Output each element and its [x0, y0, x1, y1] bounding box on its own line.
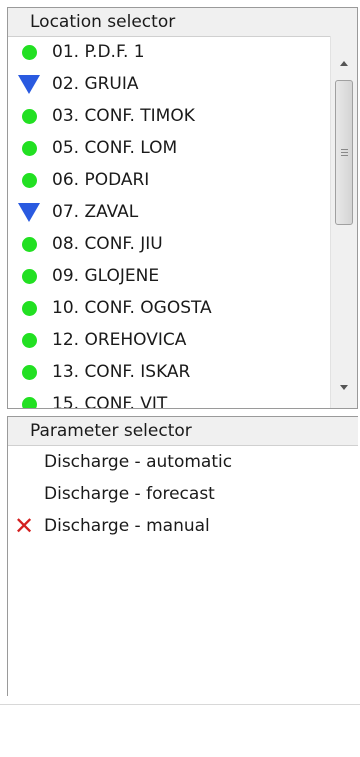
parameter-selector-panel: Parameter selector Discharge - automatic…	[7, 416, 358, 696]
green-dot-icon	[18, 361, 40, 383]
blank-icon	[12, 483, 36, 505]
location-item[interactable]: 09. GLOJENE	[8, 260, 331, 292]
parameter-label: Discharge - automatic	[44, 452, 233, 472]
location-item[interactable]: 03. CONF. TIMOK	[8, 100, 331, 132]
location-item[interactable]: 13. CONF. ISKAR	[8, 356, 331, 388]
green-dot-icon	[18, 233, 40, 255]
location-item[interactable]: 05. CONF. LOM	[8, 132, 331, 164]
green-dot-icon	[18, 393, 40, 408]
grip-icon	[340, 149, 348, 156]
location-item[interactable]: 06. PODARI	[8, 164, 331, 196]
location-item[interactable]: 02. GRUIA	[8, 68, 331, 100]
location-item[interactable]: 15. CONF. VIT	[8, 388, 331, 408]
scroll-thumb[interactable]	[335, 80, 353, 225]
scroll-down-button[interactable]	[331, 374, 357, 400]
chevron-down-icon	[340, 384, 348, 390]
green-dot-icon	[18, 297, 40, 319]
location-label: 13. CONF. ISKAR	[52, 362, 191, 382]
location-label: 09. GLOJENE	[52, 266, 160, 286]
location-label: 02. GRUIA	[52, 74, 139, 94]
location-label: 15. CONF. VIT	[52, 394, 168, 408]
location-item[interactable]: 12. OREHOVICA	[8, 324, 331, 356]
green-dot-icon	[18, 137, 40, 159]
location-item[interactable]: 10. CONF. OGOSTA	[8, 292, 331, 324]
location-scrollbar[interactable]	[330, 36, 357, 408]
parameter-label: Discharge - manual	[44, 516, 210, 536]
chevron-up-icon	[340, 60, 348, 66]
location-label: 06. PODARI	[52, 170, 150, 190]
parameter-item[interactable]: Discharge - forecast	[8, 478, 358, 510]
location-list[interactable]: 01. P.D.F. 1 02. GRUIA 03. CONF. TIMOK 0…	[8, 36, 331, 408]
parameter-label: Discharge - forecast	[44, 484, 215, 504]
location-selector-title: Location selector	[8, 8, 357, 37]
location-label: 10. CONF. OGOSTA	[52, 298, 212, 318]
location-label: 12. OREHOVICA	[52, 330, 187, 350]
green-dot-icon	[18, 105, 40, 127]
divider	[0, 704, 360, 705]
location-item[interactable]: 01. P.D.F. 1	[8, 36, 331, 68]
location-label: 07. ZAVAL	[52, 202, 139, 222]
red-x-icon: ✕	[13, 512, 35, 540]
location-label: 01. P.D.F. 1	[52, 42, 145, 62]
location-label: 08. CONF. JIU	[52, 234, 163, 254]
blank-icon	[12, 451, 36, 473]
blue-triangle-icon	[18, 201, 40, 223]
location-item[interactable]: 07. ZAVAL	[8, 196, 331, 228]
location-item[interactable]: 08. CONF. JIU	[8, 228, 331, 260]
location-selector-panel: Location selector 01. P.D.F. 1 02. GRUIA…	[7, 7, 358, 409]
blue-triangle-icon	[18, 73, 40, 95]
green-dot-icon	[18, 41, 40, 63]
location-label: 05. CONF. LOM	[52, 138, 178, 158]
green-dot-icon	[18, 329, 40, 351]
green-dot-icon	[18, 169, 40, 191]
parameter-item[interactable]: Discharge - automatic	[8, 446, 358, 478]
parameter-selector-title: Parameter selector	[8, 417, 358, 446]
green-dot-icon	[18, 265, 40, 287]
parameter-item[interactable]: ✕ Discharge - manual	[8, 510, 358, 542]
location-label: 03. CONF. TIMOK	[52, 106, 195, 126]
scroll-up-button[interactable]	[331, 50, 357, 76]
